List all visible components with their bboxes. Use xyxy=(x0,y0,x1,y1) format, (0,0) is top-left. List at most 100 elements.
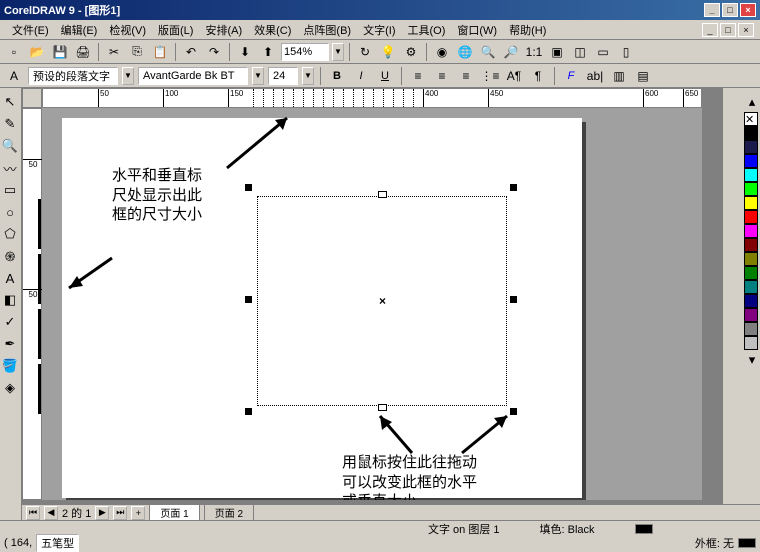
dropcap-icon[interactable]: A¶ xyxy=(504,66,524,86)
fontsize-input[interactable] xyxy=(268,67,298,85)
freehand-tool-icon[interactable]: 〰 xyxy=(0,158,20,178)
options-icon[interactable]: ⚙ xyxy=(401,42,421,62)
zoom11-icon[interactable]: 1:1 xyxy=(524,42,544,62)
next-page-icon[interactable]: ▶ xyxy=(95,506,109,520)
menu-file[interactable]: 文件(E) xyxy=(6,20,55,40)
print-icon[interactable]: 🖨 xyxy=(73,42,93,62)
page-tab-2[interactable]: 页面 2 xyxy=(204,504,254,521)
zoom-input[interactable] xyxy=(281,43,329,61)
palette-down-icon[interactable]: ▾ xyxy=(742,350,760,370)
color-swatch[interactable] xyxy=(744,308,758,322)
light-icon[interactable]: 💡 xyxy=(378,42,398,62)
edit-text-icon[interactable]: ab| xyxy=(585,66,605,86)
color-swatch[interactable] xyxy=(744,224,758,238)
columns-icon[interactable]: ▥ xyxy=(609,66,629,86)
handle-tm[interactable] xyxy=(378,191,387,198)
text-style-icon[interactable]: A xyxy=(4,66,24,86)
color-swatch[interactable] xyxy=(744,266,758,280)
eyedropper-tool-icon[interactable]: ✓ xyxy=(0,312,20,332)
italic-icon[interactable]: I xyxy=(351,66,371,86)
bullets-icon[interactable]: ⋮≡ xyxy=(480,66,500,86)
zoomin-icon[interactable]: 🔍 xyxy=(478,42,498,62)
paste-icon[interactable]: 📋 xyxy=(150,42,170,62)
doc-maximize-button[interactable]: □ xyxy=(720,23,736,37)
doc-minimize-button[interactable]: _ xyxy=(702,23,718,37)
interactive-tool-icon[interactable]: ◧ xyxy=(0,290,20,310)
app-icon[interactable]: ◉ xyxy=(432,42,452,62)
zoompage-icon[interactable]: ▯ xyxy=(616,42,636,62)
menu-help[interactable]: 帮助(H) xyxy=(503,20,552,40)
format-icon[interactable]: F xyxy=(561,66,581,86)
zoom-tool-icon[interactable]: 🔍 xyxy=(0,136,20,156)
export-icon[interactable]: ⬆ xyxy=(258,42,278,62)
zoomout-icon[interactable]: 🔎 xyxy=(501,42,521,62)
color-swatch[interactable] xyxy=(744,238,758,252)
underline-icon[interactable]: U xyxy=(375,66,395,86)
vertical-ruler[interactable]: 50 50 xyxy=(22,108,42,500)
font-input[interactable] xyxy=(138,67,248,85)
bold-icon[interactable]: B xyxy=(327,66,347,86)
color-swatch[interactable] xyxy=(744,154,758,168)
menu-bitmap[interactable]: 点阵图(B) xyxy=(297,20,357,40)
menu-view[interactable]: 检视(V) xyxy=(103,20,152,40)
color-swatch[interactable] xyxy=(744,196,758,210)
page-tab-1[interactable]: 页面 1 xyxy=(149,504,199,521)
color-swatch[interactable] xyxy=(744,210,758,224)
color-swatch[interactable] xyxy=(744,126,758,140)
color-swatch[interactable] xyxy=(744,294,758,308)
fill-tool-icon[interactable]: 🪣 xyxy=(0,356,20,376)
zoom-dropdown-icon[interactable]: ▼ xyxy=(332,43,344,61)
cut-icon[interactable]: ✂ xyxy=(104,42,124,62)
palette-up-icon[interactable]: ▴ xyxy=(742,92,760,112)
color-swatch[interactable] xyxy=(744,336,758,350)
web-icon[interactable]: 🌐 xyxy=(455,42,475,62)
color-swatch[interactable] xyxy=(744,252,758,266)
align-right-icon[interactable]: ≡ xyxy=(456,66,476,86)
color-swatch[interactable] xyxy=(744,140,758,154)
effects-tool-icon[interactable]: ◈ xyxy=(0,378,20,398)
prev-page-icon[interactable]: ◀ xyxy=(44,506,58,520)
docker-sidebar[interactable] xyxy=(722,88,742,520)
align-left-icon[interactable]: ≡ xyxy=(408,66,428,86)
import-icon[interactable]: ⬇ xyxy=(235,42,255,62)
shape-tool-icon[interactable]: ✎ xyxy=(0,114,20,134)
frame-icon[interactable]: ▤ xyxy=(633,66,653,86)
color-swatch[interactable] xyxy=(744,182,758,196)
handle-ml[interactable] xyxy=(245,296,252,303)
ellipse-tool-icon[interactable]: ○ xyxy=(0,202,20,222)
zoomall-icon[interactable]: ▭ xyxy=(593,42,613,62)
menu-effects[interactable]: 效果(C) xyxy=(248,20,297,40)
copy-icon[interactable]: ⎘ xyxy=(127,42,147,62)
handle-mr[interactable] xyxy=(510,296,517,303)
text-tool-icon[interactable]: A xyxy=(0,268,20,288)
last-page-icon[interactable]: ⏭ xyxy=(113,506,127,520)
align-center-icon[interactable]: ≡ xyxy=(432,66,452,86)
first-page-icon[interactable]: ⏮ xyxy=(26,506,40,520)
handle-tr[interactable] xyxy=(510,184,517,191)
style-dropdown-icon[interactable]: ▼ xyxy=(122,67,134,85)
maximize-button[interactable]: □ xyxy=(722,3,738,17)
close-button[interactable]: × xyxy=(740,3,756,17)
canvas[interactable]: × 水平和垂直标 尺处显示出此 框的尺寸大小 用鼠标按住此往拖动 可以改变此框的… xyxy=(42,108,702,500)
ruler-origin[interactable] xyxy=(22,88,42,108)
outline-tool-icon[interactable]: ✒ xyxy=(0,334,20,354)
pick-tool-icon[interactable]: ↖ xyxy=(0,92,20,112)
color-swatch[interactable] xyxy=(744,168,758,182)
horizontal-ruler[interactable]: 50 100 150 400 450 600 650 xyxy=(42,88,702,108)
color-swatch[interactable] xyxy=(744,280,758,294)
doc-close-button[interactable]: × xyxy=(738,23,754,37)
menu-text[interactable]: 文字(I) xyxy=(357,20,401,40)
new-icon[interactable]: ▫ xyxy=(4,42,24,62)
undo-icon[interactable]: ↶ xyxy=(181,42,201,62)
handle-tl[interactable] xyxy=(245,184,252,191)
zoomsel-icon[interactable]: ◫ xyxy=(570,42,590,62)
ime-indicator[interactable]: 五笔型 xyxy=(36,534,79,552)
zoomfit-icon[interactable]: ▣ xyxy=(547,42,567,62)
indent-icon[interactable]: ¶ xyxy=(528,66,548,86)
no-fill-swatch[interactable]: ✕ xyxy=(744,112,758,126)
refresh-icon[interactable]: ↻ xyxy=(355,42,375,62)
polygon-tool-icon[interactable]: ⬠ xyxy=(0,224,20,244)
menu-tools[interactable]: 工具(O) xyxy=(401,20,451,40)
font-dropdown-icon[interactable]: ▼ xyxy=(252,67,264,85)
spiral-tool-icon[interactable]: ֍ xyxy=(0,246,20,266)
